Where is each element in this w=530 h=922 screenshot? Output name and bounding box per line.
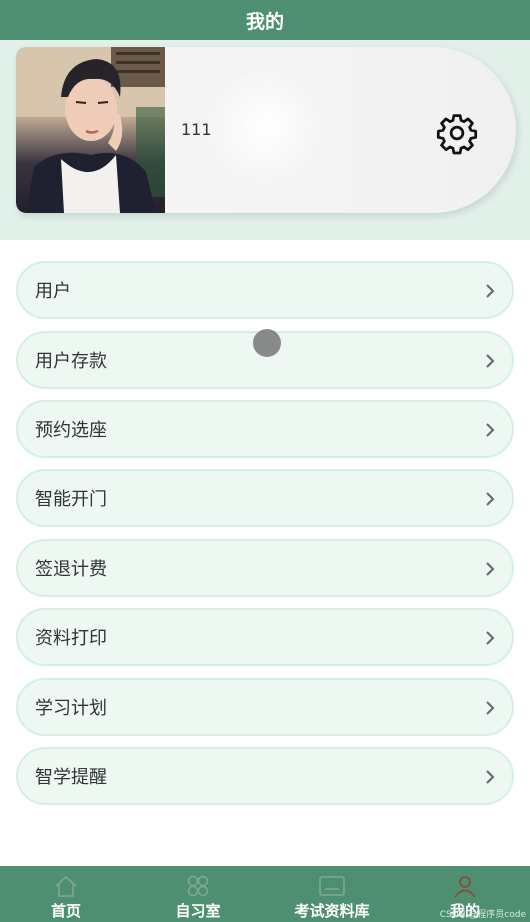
- home-icon: [55, 875, 77, 897]
- menu-item-document-print[interactable]: 资料打印: [16, 608, 514, 666]
- grid-flower-icon: [187, 875, 209, 897]
- menu-item-smart-door[interactable]: 智能开门: [16, 469, 514, 527]
- card-glow: [206, 67, 326, 187]
- menu-item-label: 智学提醒: [35, 767, 107, 788]
- menu-item-user[interactable]: 用户: [16, 261, 514, 319]
- avatar[interactable]: [16, 47, 165, 213]
- menu-item-label: 签退计费: [35, 559, 107, 580]
- bottom-tab-bar: 首页 自习室 考试资料库 我的 CSDN @程序员code: [0, 866, 530, 922]
- page-title: 我的: [245, 10, 284, 33]
- menu-item-study-reminder[interactable]: 智学提醒: [16, 747, 514, 805]
- chevron-right-icon: [486, 423, 495, 437]
- chevron-right-icon: [486, 770, 495, 784]
- menu-item-label: 资料打印: [35, 628, 107, 649]
- chevron-right-icon: [486, 701, 495, 715]
- menu-item-label: 智能开门: [35, 489, 107, 510]
- watermark: CSDN @程序员code: [439, 910, 526, 920]
- tab-home[interactable]: 首页: [41, 866, 91, 922]
- tab-label: 首页: [50, 902, 81, 920]
- touch-indicator: [253, 329, 281, 357]
- profile-card: 111: [16, 47, 516, 213]
- chevron-right-icon: [486, 562, 495, 576]
- menu-item-label: 用户存款: [35, 351, 107, 372]
- tab-label: 自习室: [175, 902, 221, 920]
- chevron-right-icon: [486, 492, 495, 506]
- menu-item-label: 预约选座: [35, 420, 107, 441]
- screen-icon: [319, 876, 345, 896]
- user-icon: [454, 876, 476, 898]
- tab-study-room[interactable]: 自习室: [166, 866, 230, 922]
- menu-item-seat-reservation[interactable]: 预约选座: [16, 400, 514, 458]
- tab-exam-library[interactable]: 考试资料库: [286, 866, 378, 922]
- menu-item-label: 用户: [35, 281, 71, 302]
- page-header: 我的: [0, 0, 530, 40]
- menu-item-checkout-billing[interactable]: 签退计费: [16, 539, 514, 597]
- chevron-right-icon: [486, 354, 495, 368]
- chevron-right-icon: [486, 631, 495, 645]
- gear-icon[interactable]: [435, 111, 479, 155]
- menu-item-study-plan[interactable]: 学习计划: [16, 678, 514, 736]
- chevron-right-icon: [486, 284, 495, 298]
- username: 111: [181, 120, 212, 139]
- menu-item-label: 学习计划: [35, 698, 107, 719]
- tab-label: 考试资料库: [294, 902, 370, 920]
